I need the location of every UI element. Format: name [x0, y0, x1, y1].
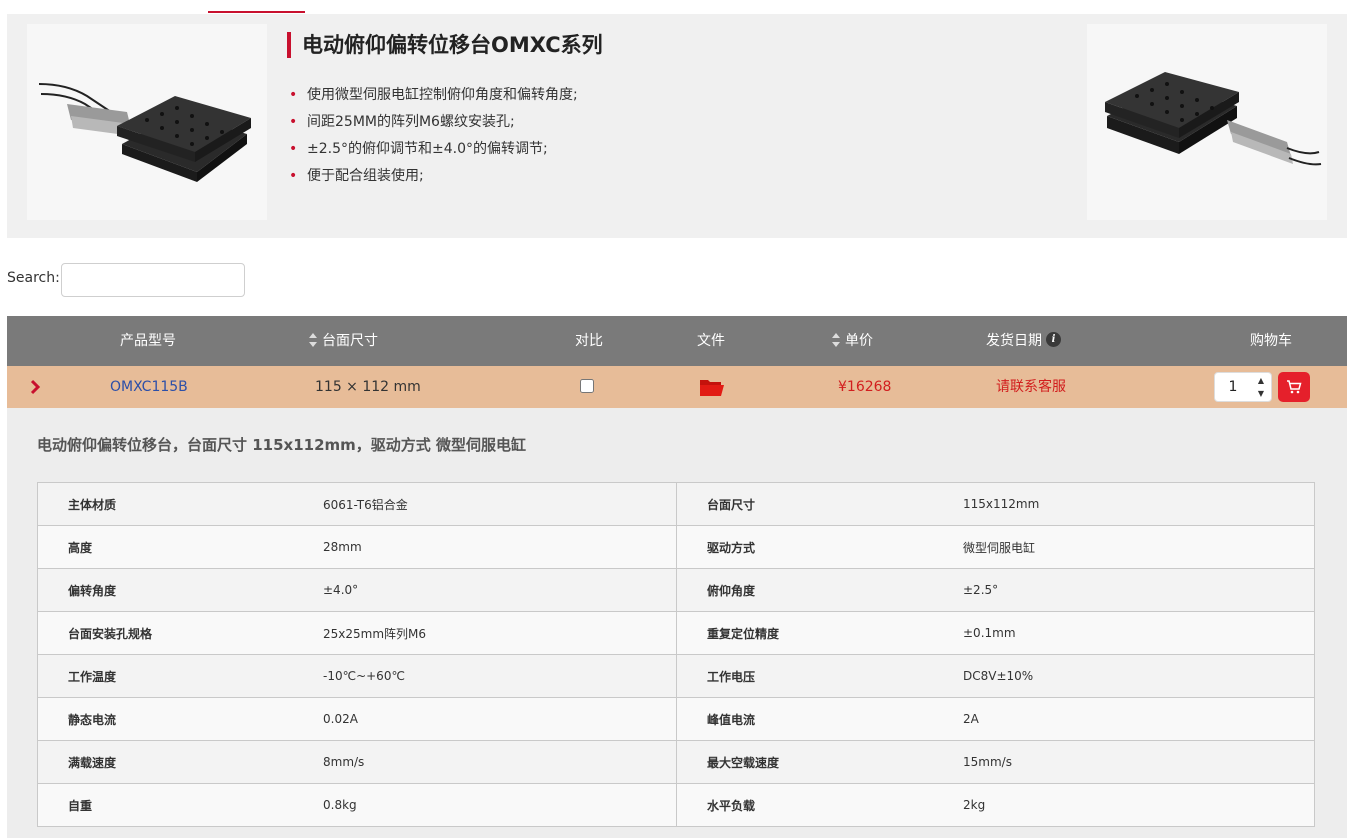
search-label: Search:	[7, 270, 60, 286]
header-price-label: 单价	[845, 333, 873, 349]
product-model-link[interactable]: OMXC115B	[110, 366, 188, 408]
info-icon[interactable]: i	[1046, 331, 1061, 347]
spec-value: 15mm/s	[963, 740, 1315, 784]
spec-value: 25x25mm阵列M6	[323, 611, 677, 655]
feature-item: 便于配合组装使用;	[289, 163, 578, 190]
spec-value: 0.8kg	[323, 783, 677, 827]
spec-key: 台面尺寸	[676, 482, 963, 526]
spec-value: ±4.0°	[323, 568, 677, 612]
spec-key: 重复定位精度	[676, 611, 963, 655]
header-price[interactable]: 单价	[832, 316, 873, 366]
table-row: 台面安装孔规格 25x25mm阵列M6 重复定位精度 ±0.1mm	[37, 611, 1315, 655]
spec-key: 主体材质	[37, 482, 323, 526]
spec-key: 最大空载速度	[676, 740, 963, 784]
spec-value: DC8V±10%	[963, 654, 1315, 698]
stage-illustration-left	[38, 83, 251, 182]
table-row: 工作温度 -10℃~+60℃ 工作电压 DC8V±10%	[37, 654, 1315, 698]
feature-item: ±2.5°的俯仰调节和±4.0°的偏转调节;	[289, 136, 578, 163]
product-details: 电动俯仰偏转位移台，台面尺寸 115x112mm，驱动方式 微型伺服电缸 主体材…	[7, 408, 1347, 838]
table-row: 满载速度 8mm/s 最大空载速度 15mm/s	[37, 740, 1315, 784]
product-hero: 电动俯仰偏转位移台OMXC系列 使用微型伺服电缸控制俯仰角度和偏转角度; 间距2…	[7, 14, 1347, 238]
folder-icon[interactable]	[699, 377, 725, 397]
spec-value: 115x112mm	[963, 482, 1315, 526]
stage-illustration-right	[1105, 72, 1322, 166]
spec-key: 峰值电流	[676, 697, 963, 741]
spec-key: 工作电压	[676, 654, 963, 698]
product-price: ¥16268	[838, 379, 892, 395]
spec-value: 28mm	[323, 525, 677, 569]
hero-title: 电动俯仰偏转位移台OMXC系列	[287, 32, 603, 58]
product-table-header: 产品型号 台面尺寸 对比 文件 单价 发货日期 i 购物车	[7, 316, 1347, 366]
header-cart: 购物车	[1250, 333, 1292, 349]
quantity-up-icon[interactable]: ▲	[1253, 374, 1269, 387]
spec-value: 6061-T6铝合金	[323, 482, 677, 526]
quantity-value[interactable]: 1	[1215, 373, 1251, 401]
spec-value: 8mm/s	[323, 740, 677, 784]
feature-item: 间距25MM的阵列M6螺纹安装孔;	[289, 109, 578, 136]
spec-value: 0.02A	[323, 697, 677, 741]
sort-icon	[832, 333, 840, 347]
add-to-cart-button[interactable]	[1278, 372, 1310, 402]
spec-key: 静态电流	[37, 697, 323, 741]
cart-icon	[1287, 380, 1302, 394]
quantity-down-icon[interactable]: ▼	[1253, 387, 1269, 400]
spec-table: 主体材质 6061-T6铝合金 台面尺寸 115x112mm 高度 28mm 驱…	[37, 482, 1315, 827]
table-row: 主体材质 6061-T6铝合金 台面尺寸 115x112mm	[37, 482, 1315, 526]
details-title: 电动俯仰偏转位移台，台面尺寸 115x112mm，驱动方式 微型伺服电缸	[37, 436, 527, 454]
spec-key: 工作温度	[37, 654, 323, 698]
spec-key: 满载速度	[37, 740, 323, 784]
spec-key: 台面安装孔规格	[37, 611, 323, 655]
product-row: OMXC115B 115 × 112 mm ¥16268 请联系客服 1 ▲ ▼	[7, 366, 1347, 408]
header-size[interactable]: 台面尺寸	[309, 316, 378, 366]
sort-icon	[309, 333, 317, 347]
table-row: 高度 28mm 驱动方式 微型伺服电缸	[37, 525, 1315, 569]
header-model: 产品型号	[120, 333, 176, 349]
product-image-right	[1087, 24, 1327, 220]
header-ship-label: 发货日期	[986, 333, 1042, 349]
spec-key: 驱动方式	[676, 525, 963, 569]
spec-value: ±2.5°	[963, 568, 1315, 612]
spec-value: 微型伺服电缸	[963, 525, 1315, 569]
header-compare: 对比	[575, 333, 603, 349]
product-image-left	[27, 24, 267, 220]
table-row: 偏转角度 ±4.0° 俯仰角度 ±2.5°	[37, 568, 1315, 612]
spec-value: 2A	[963, 697, 1315, 741]
spec-value: ±0.1mm	[963, 611, 1315, 655]
spec-key: 自重	[37, 783, 323, 827]
header-file: 文件	[697, 333, 725, 349]
top-accent-bar	[208, 11, 305, 13]
spec-key: 俯仰角度	[676, 568, 963, 612]
header-size-label: 台面尺寸	[322, 333, 378, 349]
chevron-right-icon[interactable]	[27, 379, 43, 395]
ship-date[interactable]: 请联系客服	[996, 366, 1066, 408]
spec-value: 2kg	[963, 783, 1315, 827]
compare-checkbox[interactable]	[580, 379, 594, 393]
product-size: 115 × 112 mm	[315, 379, 421, 395]
table-row: 静态电流 0.02A 峰值电流 2A	[37, 697, 1315, 741]
spec-key: 偏转角度	[37, 568, 323, 612]
spec-key: 水平负载	[676, 783, 963, 827]
table-row: 自重 0.8kg 水平负载 2kg	[37, 783, 1315, 827]
feature-list: 使用微型伺服电缸控制俯仰角度和偏转角度; 间距25MM的阵列M6螺纹安装孔; ±…	[289, 82, 578, 190]
search-input[interactable]	[61, 263, 245, 297]
quantity-stepper[interactable]: 1 ▲ ▼	[1214, 372, 1272, 402]
header-ship: 发货日期 i	[986, 316, 1061, 366]
spec-key: 高度	[37, 525, 323, 569]
spec-value: -10℃~+60℃	[323, 654, 677, 698]
feature-item: 使用微型伺服电缸控制俯仰角度和偏转角度;	[289, 82, 578, 109]
